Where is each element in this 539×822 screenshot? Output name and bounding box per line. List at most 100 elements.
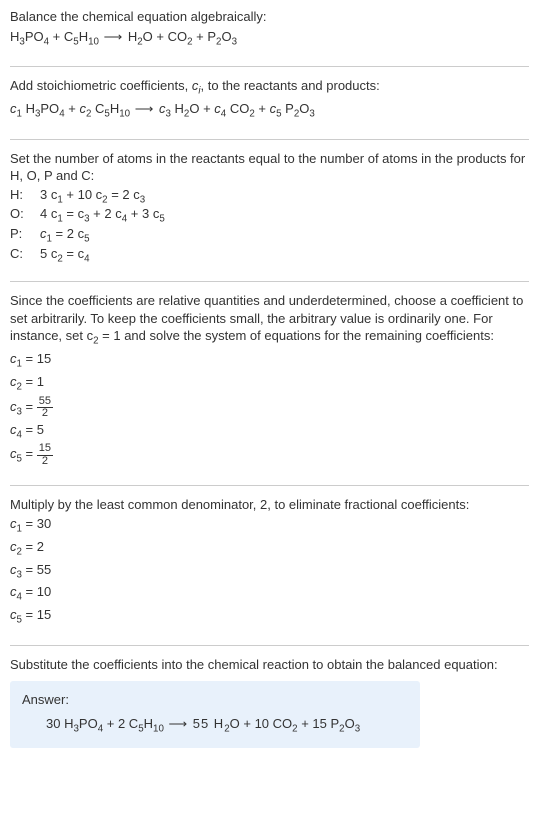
- txt: H: [26, 101, 35, 116]
- fraction: 552: [37, 396, 53, 419]
- section-stoich: Add stoichiometric coefficients, ci, to …: [10, 77, 529, 129]
- txt: PO: [25, 29, 44, 44]
- sub: 3: [309, 109, 314, 120]
- fraction: 152: [37, 443, 53, 466]
- den: 2: [40, 456, 50, 467]
- expr: 3 c1 + 10 c2 = 2 c3: [40, 187, 145, 206]
- v: = 10: [22, 584, 51, 599]
- label: H:: [10, 187, 30, 206]
- expr: c1 = 2 c5: [40, 226, 90, 245]
- label: O:: [10, 206, 30, 225]
- sub: 4: [221, 109, 226, 120]
- c4-val2: c4 = 10: [10, 583, 529, 604]
- c3-val: c3 = 552: [10, 396, 529, 419]
- v: = 55: [22, 562, 51, 577]
- t: = 1 and solve the system of equations fo…: [99, 328, 494, 343]
- v: = 15: [22, 607, 51, 622]
- eq-c: C: 5 c2 = c4: [10, 246, 529, 265]
- c5-val2: c5 = 15: [10, 606, 529, 627]
- t: + 15 P: [298, 716, 340, 731]
- v: = 30: [22, 516, 51, 531]
- t: H: [144, 716, 153, 731]
- t: = 2 c: [108, 187, 140, 202]
- t: + 2 C: [103, 716, 138, 731]
- eq-o: O: 4 c1 = c3 + 2 c4 + 3 c5: [10, 206, 529, 225]
- txt: O: [299, 101, 309, 116]
- sub: 3: [232, 36, 237, 47]
- sub: 10: [119, 109, 130, 120]
- problem-text: Balance the chemical equation algebraica…: [10, 8, 529, 26]
- atoms-text: Set the number of atoms in the reactants…: [10, 150, 529, 185]
- t: ⟶ 55 H: [164, 716, 224, 731]
- c5-val: c5 = 152: [10, 443, 529, 466]
- v: = 2: [22, 539, 44, 554]
- eq-p: P: c1 = 2 c5: [10, 226, 529, 245]
- substitute-text: Substitute the coefficients into the che…: [10, 656, 529, 674]
- answer-box: Answer: 30 H3PO4 + 2 C5H10 ⟶ 55 H2O + 10…: [10, 681, 420, 747]
- txt: + P: [193, 29, 217, 44]
- t: 30 H: [46, 716, 73, 731]
- c4-val: c4 = 5: [10, 421, 529, 442]
- sub: 2: [184, 109, 189, 120]
- t: + 2 c: [90, 206, 122, 221]
- c1-val2: c1 = 30: [10, 515, 529, 536]
- t: PO: [79, 716, 98, 731]
- stoich-text: Add stoichiometric coefficients, ci, to …: [10, 77, 529, 98]
- sub: 10: [88, 36, 99, 47]
- section-answer: Substitute the coefficients into the che…: [10, 656, 529, 754]
- v: = 15: [22, 351, 51, 366]
- sub: 10: [153, 724, 164, 735]
- answer-label: Answer:: [22, 691, 408, 709]
- t: 4 c: [40, 206, 57, 221]
- section-atoms: Set the number of atoms in the reactants…: [10, 150, 529, 271]
- t: + 3 c: [127, 206, 159, 221]
- divider: [10, 139, 529, 140]
- sub: 2: [86, 109, 91, 120]
- num: 15: [37, 443, 53, 455]
- txt: O: [221, 29, 231, 44]
- c2-val: c2 = 1: [10, 373, 529, 394]
- divider: [10, 645, 529, 646]
- sub: 5: [84, 234, 89, 245]
- txt: PO: [40, 101, 59, 116]
- txt: H: [79, 29, 88, 44]
- eq-h: H: 3 c1 + 10 c2 = 2 c3: [10, 187, 529, 206]
- balanced-equation: 30 H3PO4 + 2 C5H10 ⟶ 55 H2O + 10 CO2 + 1…: [22, 715, 408, 736]
- sub: 4: [59, 109, 64, 120]
- label: C:: [10, 246, 30, 265]
- eq: =: [22, 446, 37, 461]
- solve-text: Since the coefficients are relative quan…: [10, 292, 529, 348]
- t: O + 10 CO: [230, 716, 293, 731]
- eq: =: [22, 399, 37, 414]
- divider: [10, 281, 529, 282]
- expr: 5 c2 = c4: [40, 246, 90, 265]
- v: = 5: [22, 422, 44, 437]
- txt: H: [175, 101, 184, 116]
- divider: [10, 485, 529, 486]
- section-solve1: Since the coefficients are relative quan…: [10, 292, 529, 474]
- sub: 2: [249, 109, 254, 120]
- arrow: ⟶: [99, 29, 128, 44]
- txt: H: [128, 29, 137, 44]
- txt: H: [10, 29, 19, 44]
- t: = c: [63, 206, 84, 221]
- section-solve2: Multiply by the least common denominator…: [10, 496, 529, 635]
- num: 55: [37, 396, 53, 408]
- stoich-equation: c1 H3PO4 + c2 C5H10 ⟶ c3 H2O + c4 CO2 + …: [10, 100, 529, 121]
- multiply-text: Multiply by the least common denominator…: [10, 496, 529, 514]
- c3-val2: c3 = 55: [10, 561, 529, 582]
- txt: , to the reactants and products:: [201, 78, 380, 93]
- t: = c: [63, 246, 84, 261]
- txt: Add stoichiometric coefficients,: [10, 78, 192, 93]
- sub: 3: [165, 109, 170, 120]
- sub: 3: [355, 724, 360, 735]
- t: O: [345, 716, 355, 731]
- t: 3 c: [40, 187, 57, 202]
- t: = 2 c: [52, 226, 84, 241]
- expr: 4 c1 = c3 + 2 c4 + 3 c5: [40, 206, 165, 225]
- t: 5 c: [40, 246, 57, 261]
- sub: 5: [276, 109, 281, 120]
- divider: [10, 66, 529, 67]
- section-problem: Balance the chemical equation algebraica…: [10, 8, 529, 56]
- txt: O + CO: [143, 29, 187, 44]
